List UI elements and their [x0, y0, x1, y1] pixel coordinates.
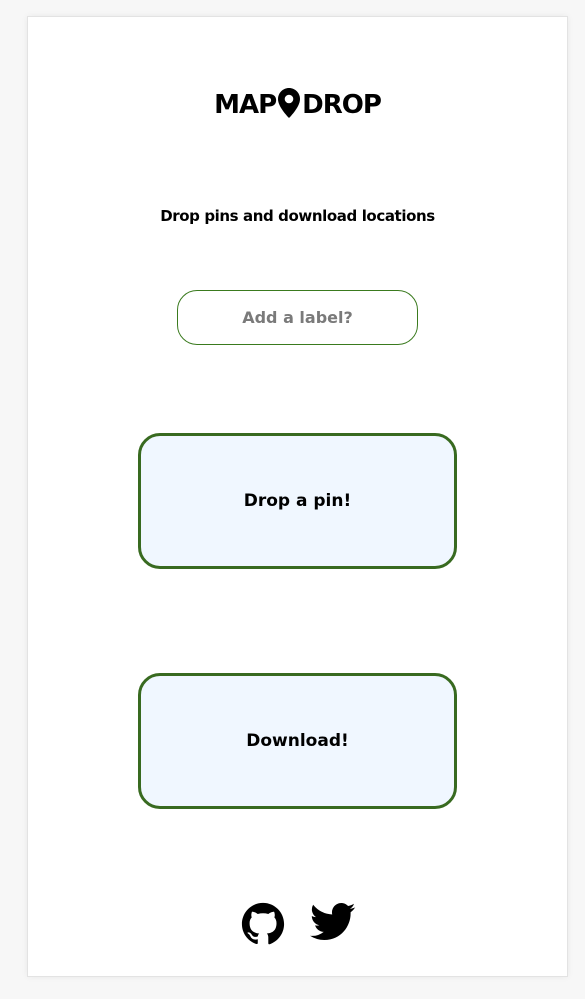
- download-button[interactable]: Download!: [138, 673, 457, 809]
- twitter-icon: [309, 903, 355, 941]
- github-link[interactable]: [240, 902, 286, 948]
- app-subtitle: Drop pins and download locations: [160, 207, 435, 225]
- app-title: MAP DROP: [28, 87, 567, 128]
- drop-pin-button[interactable]: Drop a pin!: [138, 433, 457, 569]
- twitter-link[interactable]: [309, 902, 356, 948]
- github-icon: [241, 902, 284, 945]
- label-input[interactable]: [177, 290, 418, 345]
- map-pin-icon: [278, 88, 301, 128]
- app-card: MAP DROP Drop pins and download locations…: [27, 16, 568, 977]
- title-map: MAP: [214, 90, 277, 120]
- social-links: [28, 902, 567, 948]
- title-drop: DROP: [302, 90, 382, 120]
